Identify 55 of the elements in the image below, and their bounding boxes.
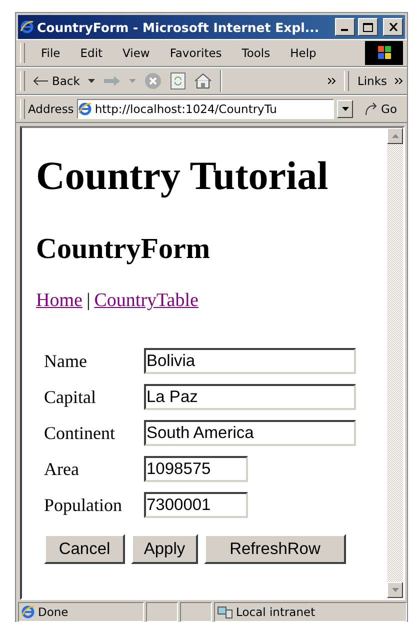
close-icon (388, 23, 398, 31)
chevron-icon[interactable] (395, 78, 403, 84)
menu-item[interactable]: Help (286, 44, 320, 62)
nav-link[interactable]: Home (36, 290, 82, 312)
input-field[interactable]: Bolivia (144, 348, 356, 374)
field-label: Population (44, 494, 124, 516)
up-arrow-icon (392, 134, 398, 138)
down-arrow-icon (392, 588, 398, 592)
network-icon (217, 605, 233, 619)
form-button[interactable]: Cancel (44, 534, 125, 564)
minimize-button[interactable] (335, 18, 355, 36)
go-button[interactable]: Go (364, 102, 397, 116)
input-field[interactable]: La Paz (144, 384, 356, 410)
field-label: Name (44, 350, 88, 372)
back-arrow-icon (33, 76, 49, 86)
back-button[interactable]: Back (33, 74, 80, 88)
maximize-button[interactable] (358, 18, 378, 36)
ie-icon (78, 102, 92, 116)
menu-item[interactable]: File (37, 44, 64, 62)
menu-item[interactable]: Tools (238, 44, 274, 62)
address-field[interactable]: http://localhost:1024/CountryTu (76, 99, 334, 119)
home-icon[interactable] (194, 73, 212, 89)
page-title: Country Tutorial (36, 153, 330, 199)
windows-logo (365, 41, 403, 65)
form-title: CountryForm (36, 233, 211, 266)
address-label: Address (28, 102, 74, 116)
input-field[interactable]: 1098575 (144, 456, 248, 482)
form-button[interactable]: RefreshRow (204, 534, 346, 564)
menu-item[interactable]: Edit (76, 44, 107, 62)
links-button[interactable]: Links (357, 74, 387, 88)
window-title: CountryForm - Microsoft Internet Expl... (37, 20, 320, 34)
field-label: Area (44, 458, 80, 480)
chevron-icon[interactable] (328, 78, 336, 84)
ie-icon (20, 20, 34, 34)
dropdown-icon[interactable] (88, 79, 95, 83)
input-field[interactable]: 7300001 (144, 492, 248, 518)
ie-icon (21, 605, 35, 619)
separator: | (86, 290, 90, 312)
field-label: Continent (44, 422, 116, 444)
form-button[interactable]: Apply (131, 534, 198, 564)
menu-item[interactable]: Favorites (166, 44, 226, 62)
input-field[interactable]: South America (144, 420, 356, 446)
scroll-down-button[interactable] (387, 582, 403, 598)
close-button[interactable] (383, 18, 403, 36)
go-arrow-icon (364, 102, 378, 116)
zone-text: Local intranet (236, 605, 316, 619)
scroll-up-button[interactable] (387, 128, 403, 144)
maximize-icon (363, 22, 373, 32)
menu-item[interactable]: View (118, 44, 154, 62)
dropdown-icon (342, 107, 349, 111)
nav-link[interactable]: CountryTable (94, 290, 198, 312)
field-label: Capital (44, 386, 97, 408)
refresh-icon[interactable] (170, 72, 186, 90)
status-text: Done (38, 605, 68, 619)
dropdown-button[interactable] (337, 100, 354, 118)
